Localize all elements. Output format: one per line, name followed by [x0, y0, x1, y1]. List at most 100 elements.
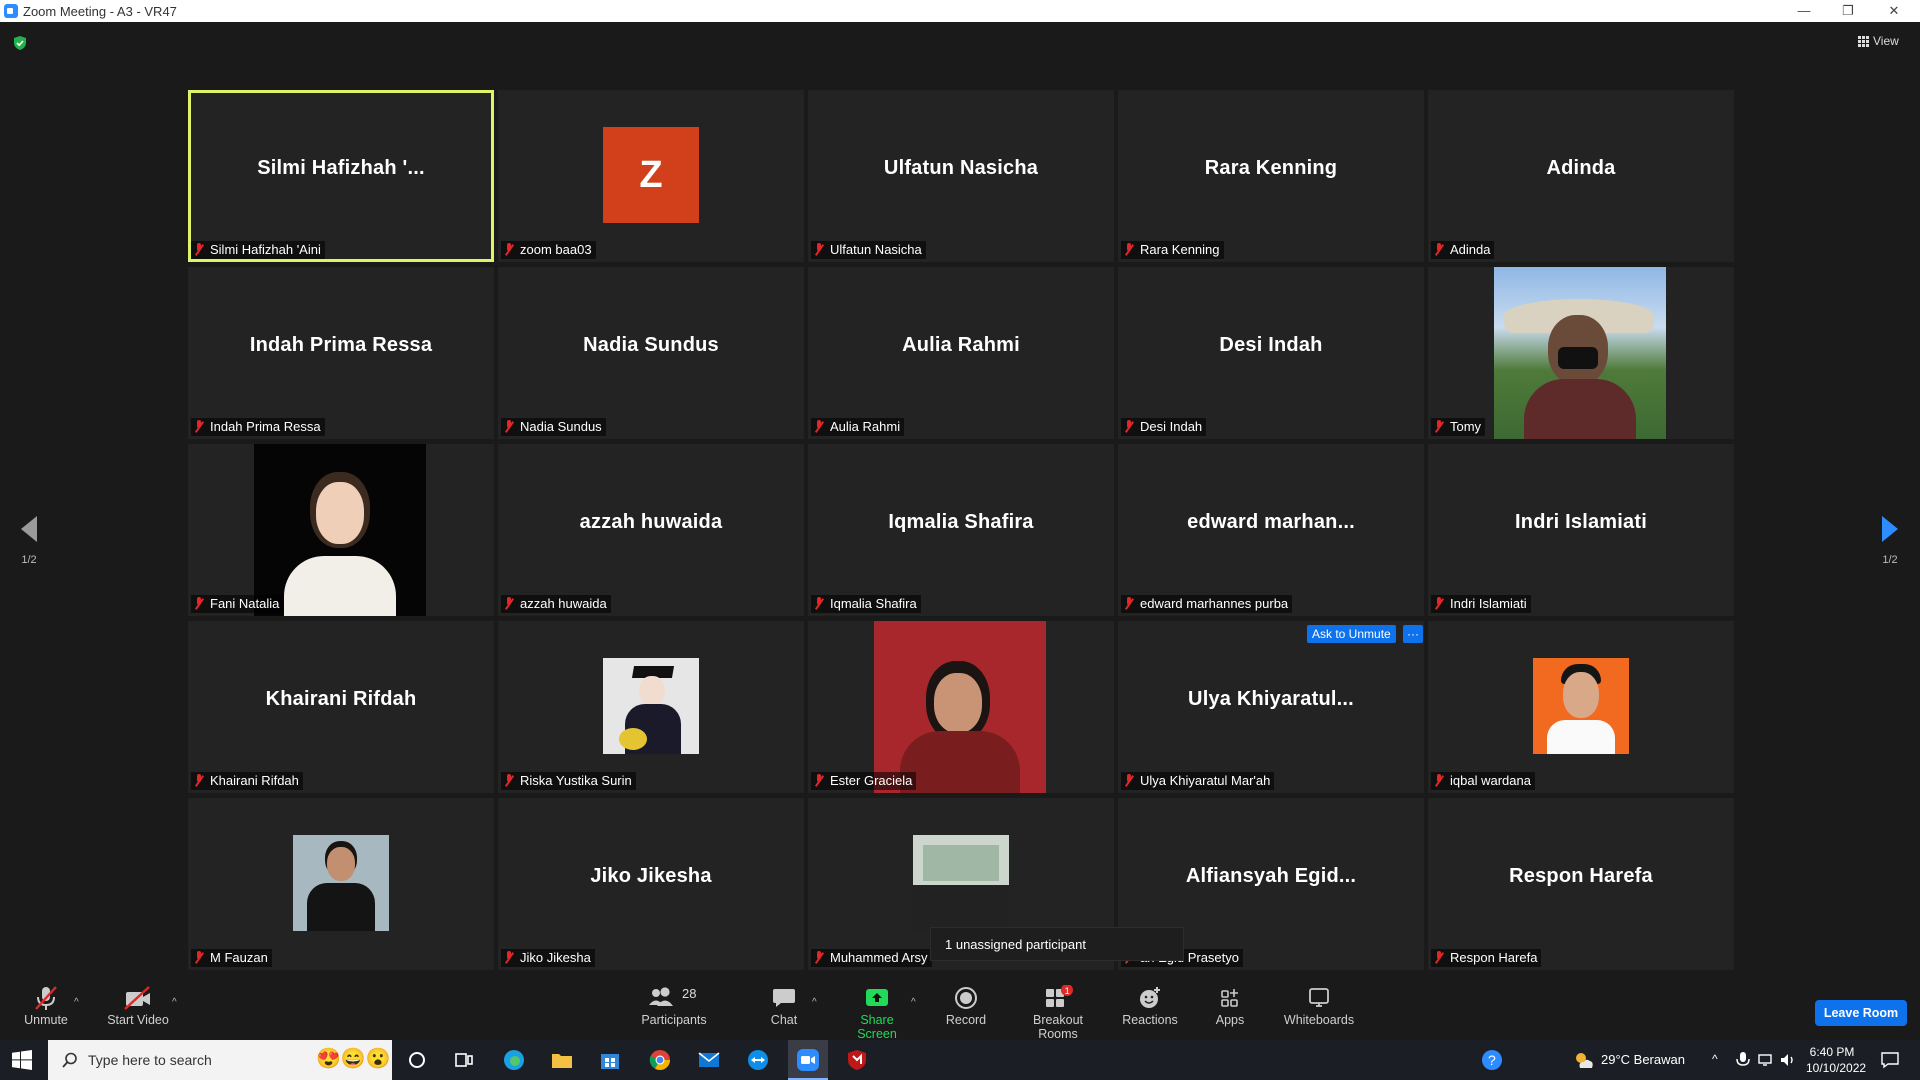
arrow-left-icon: [21, 516, 37, 542]
chrome-icon[interactable]: [648, 1048, 672, 1072]
weather-text[interactable]: 29°C Berawan: [1601, 1052, 1685, 1067]
participant-name-large: Aulia Rahmi: [902, 334, 1020, 356]
profile-photo: [1533, 658, 1629, 754]
network-icon[interactable]: [1756, 1050, 1776, 1070]
whiteboards-button[interactable]: Whiteboards: [1283, 985, 1355, 1027]
chat-options-caret-icon[interactable]: ^: [812, 997, 817, 1008]
maximize-icon[interactable]: ❐: [1832, 2, 1864, 20]
participant-tile[interactable]: Ulya Khiyaratul... Ask to Unmute ··· Uly…: [1118, 621, 1424, 793]
apps-button[interactable]: Apps: [1214, 985, 1246, 1027]
muted-mic-icon: [194, 951, 204, 964]
participant-tile[interactable]: Z zoom baa03: [498, 90, 804, 262]
more-options-button[interactable]: ···: [1403, 625, 1423, 643]
participant-tile[interactable]: Adinda Adinda: [1428, 90, 1734, 262]
share-screen-button[interactable]: Share Screen: [840, 985, 914, 1041]
participant-tile[interactable]: Nadia Sundus Nadia Sundus: [498, 267, 804, 439]
share-options-caret-icon[interactable]: ^: [911, 997, 916, 1008]
zoom-taskbar-button[interactable]: [788, 1040, 828, 1080]
page-prev-button[interactable]: 1/2: [14, 516, 44, 566]
participant-tile[interactable]: Aulia Rahmi Aulia Rahmi: [808, 267, 1114, 439]
participant-tile[interactable]: Respon Harefa Respon Harefa: [1428, 798, 1734, 970]
file-explorer-icon[interactable]: [550, 1048, 574, 1072]
participant-tile[interactable]: Jiko Jikesha Jiko Jikesha: [498, 798, 804, 970]
participant-tile[interactable]: Iqmalia Shafira Iqmalia Shafira: [808, 444, 1114, 616]
profile-photo: [603, 658, 699, 754]
record-label: Record: [945, 1013, 987, 1027]
participant-tile[interactable]: Silmi Hafizhah '... Silmi Hafizhah 'Aini: [188, 90, 494, 262]
participant-tile[interactable]: Ulfatun Nasicha Ulfatun Nasicha: [808, 90, 1114, 262]
page-next-button[interactable]: 1/2: [1875, 516, 1905, 566]
view-label: View: [1873, 34, 1899, 48]
participant-tile[interactable]: Riska Yustika Surin: [498, 621, 804, 793]
notification-icon[interactable]: [1880, 1050, 1900, 1070]
participant-tile[interactable]: edward marhan... edward marhannes purba: [1118, 444, 1424, 616]
security-shield-icon[interactable]: [13, 36, 27, 50]
participant-tile[interactable]: Indri Islamiati Indri Islamiati: [1428, 444, 1734, 616]
muted-mic-icon: [1124, 774, 1134, 787]
taskbar-search-box[interactable]: Type here to search 😍😄😮: [48, 1040, 392, 1080]
participant-name: Adinda: [1450, 242, 1491, 257]
unmute-label: Unmute: [24, 1013, 68, 1027]
breakout-rooms-button[interactable]: 1 Breakout Rooms: [1013, 984, 1103, 1041]
muted-mic-icon: [1434, 243, 1444, 256]
reactions-button[interactable]: Reactions: [1122, 985, 1178, 1027]
minimize-icon[interactable]: —: [1788, 2, 1820, 20]
participant-tile[interactable]: iqbal wardana: [1428, 621, 1734, 793]
participant-label: Respon Harefa: [1431, 949, 1542, 967]
participant-name: Fani Natalia: [210, 596, 280, 611]
participant-tile[interactable]: Ester Graciela: [808, 621, 1114, 793]
tray-overflow-chevron-icon[interactable]: ^: [1712, 1052, 1718, 1066]
participant-label: Nadia Sundus: [501, 418, 606, 436]
record-button[interactable]: Record: [944, 985, 988, 1027]
participant-label: edward marhannes purba: [1121, 595, 1293, 613]
participant-name: Respon Harefa: [1450, 950, 1538, 965]
participant-tile[interactable]: Desi Indah Desi Indah: [1118, 267, 1424, 439]
participant-tile[interactable]: Khairani Rifdah Khairani Rifdah: [188, 621, 494, 793]
help-icon[interactable]: ?: [1480, 1048, 1504, 1072]
participant-label: zoom baa03: [501, 241, 596, 259]
video-options-caret-icon[interactable]: ^: [172, 997, 177, 1008]
chat-button[interactable]: Chat: [766, 985, 802, 1027]
participant-tile[interactable]: Indah Prima Ressa Indah Prima Ressa: [188, 267, 494, 439]
participant-name: Jiko Jikesha: [520, 950, 591, 965]
muted-mic-icon: [814, 951, 824, 964]
participant-tile[interactable]: Fani Natalia: [188, 444, 494, 616]
clock[interactable]: 6:40 PM 10/10/2022: [1806, 1044, 1866, 1076]
teamviewer-icon[interactable]: [746, 1048, 770, 1072]
participants-button[interactable]: 28 Participants: [640, 985, 708, 1027]
participant-tile[interactable]: Rara Kenning Rara Kenning: [1118, 90, 1424, 262]
tray-microphone-icon[interactable]: [1733, 1050, 1753, 1070]
edge-icon[interactable]: [502, 1048, 526, 1072]
store-icon[interactable]: [598, 1048, 622, 1072]
participant-tile[interactable]: M Fauzan: [188, 798, 494, 970]
participant-name: iqbal wardana: [1450, 773, 1531, 788]
participant-tile[interactable]: Tomy: [1428, 267, 1734, 439]
participant-label: Ulfatun Nasicha: [811, 241, 926, 259]
muted-mic-icon: [504, 597, 514, 610]
mail-icon[interactable]: [697, 1048, 721, 1072]
close-icon[interactable]: ✕: [1878, 2, 1910, 20]
share-screen-label: Share Screen: [857, 1013, 897, 1041]
participant-name: Rara Kenning: [1140, 242, 1220, 257]
start-video-label: Start Video: [107, 1013, 169, 1027]
cortana-icon[interactable]: [405, 1048, 429, 1072]
volume-icon[interactable]: [1778, 1050, 1798, 1070]
task-view-icon[interactable]: [452, 1048, 476, 1072]
start-video-button[interactable]: Start Video: [106, 985, 170, 1027]
breakout-rooms-icon: 1: [1013, 984, 1103, 1011]
leave-room-button[interactable]: Leave Room: [1815, 1000, 1907, 1026]
mcafee-icon[interactable]: [845, 1048, 869, 1072]
view-button[interactable]: View: [1858, 34, 1899, 48]
muted-mic-icon: [504, 243, 514, 256]
zoom-icon: [797, 1049, 819, 1071]
weather-icon[interactable]: [1572, 1048, 1596, 1072]
windows-start-icon[interactable]: [12, 1050, 32, 1070]
ask-to-unmute-button[interactable]: Ask to Unmute: [1307, 625, 1396, 643]
participant-tile[interactable]: azzah huwaida azzah huwaida: [498, 444, 804, 616]
participant-label: Khairani Rifdah: [191, 772, 303, 790]
unmute-button[interactable]: Unmute: [22, 985, 70, 1027]
participant-label: Indah Prima Ressa: [191, 418, 325, 436]
participant-name-large: azzah huwaida: [579, 511, 723, 533]
audio-options-caret-icon[interactable]: ^: [74, 997, 79, 1008]
participant-label: Iqmalia Shafira: [811, 595, 921, 613]
